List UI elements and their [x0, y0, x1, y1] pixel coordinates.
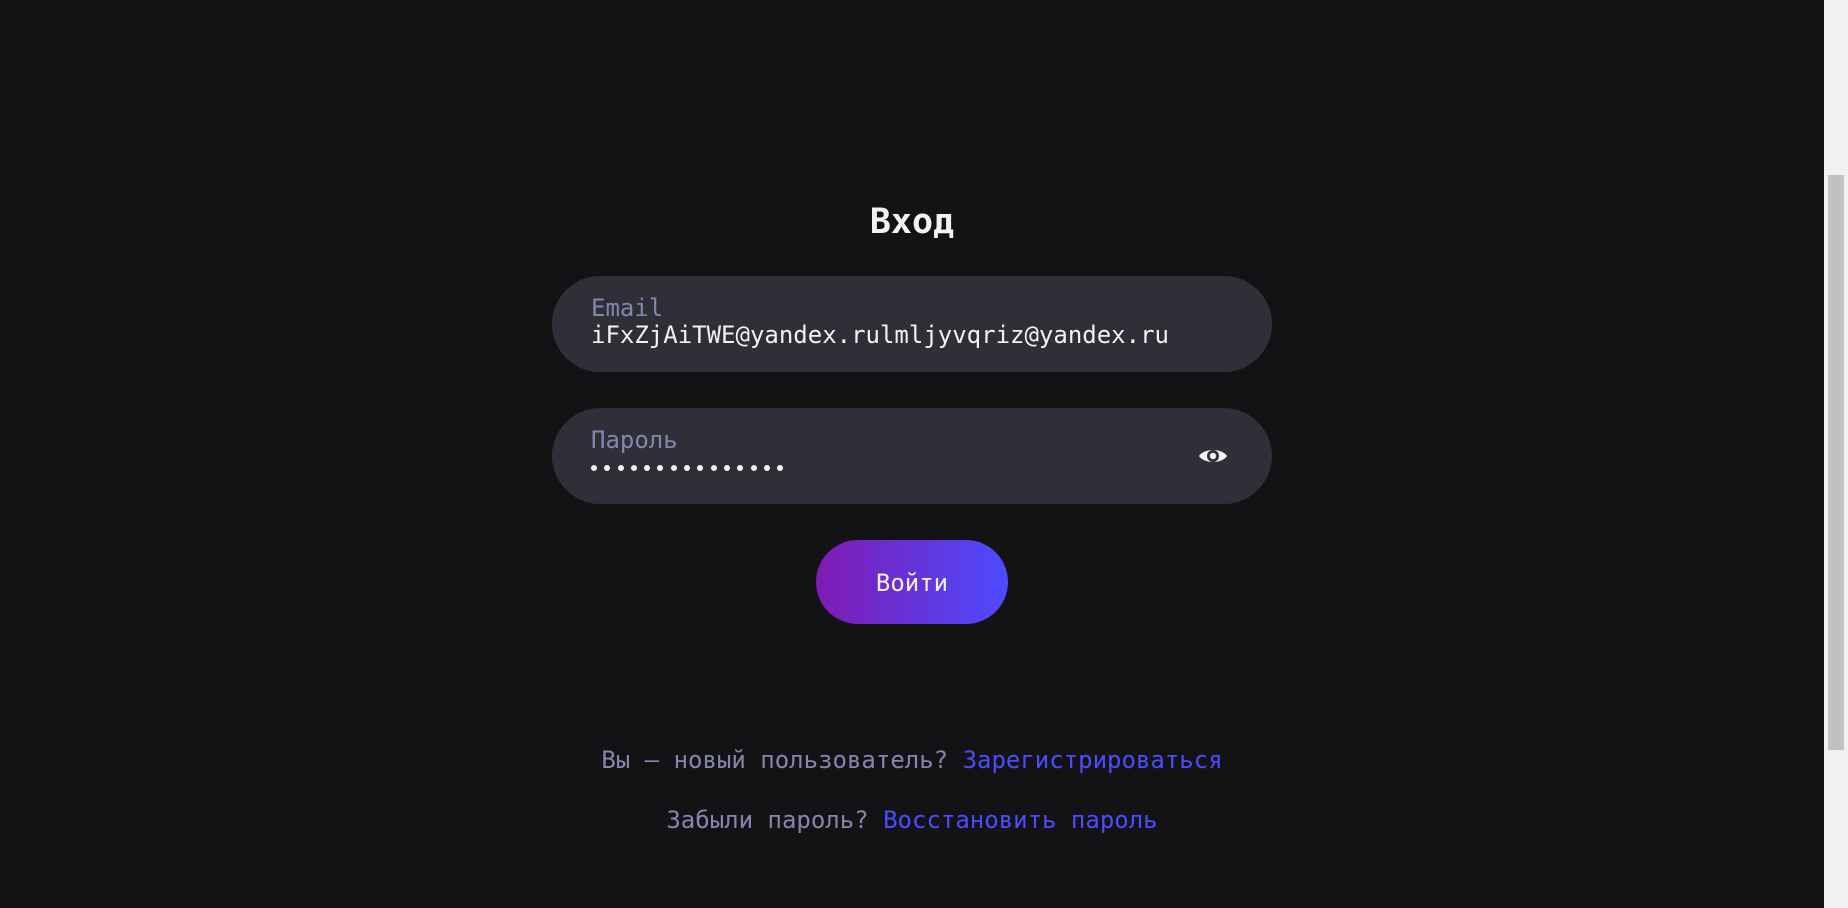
register-prompt-text: Вы — новый пользователь? [601, 746, 949, 774]
register-link[interactable]: Зарегистрироваться [963, 746, 1223, 774]
password-mask-dot [697, 465, 704, 471]
login-form-container: Вход Email Пароль Войти Вы — новый польз… [0, 0, 1824, 908]
scrollbar-thumb[interactable] [1828, 175, 1844, 750]
email-field[interactable]: Email [552, 276, 1272, 372]
password-mask-dot [750, 465, 757, 471]
password-mask-dot [617, 465, 624, 471]
restore-prompt-line: Забыли пароль? Восстановить пароль [0, 804, 1824, 836]
register-prompt-line: Вы — новый пользователь? Зарегистрироват… [0, 744, 1824, 776]
password-label: Пароль [591, 426, 678, 454]
restore-prompt-text: Забыли пароль? [666, 806, 869, 834]
page: Вход Email Пароль Войти Вы — новый польз… [0, 0, 1848, 908]
restore-password-link[interactable]: Восстановить пароль [883, 806, 1158, 834]
password-mask-dot [657, 465, 664, 471]
email-label: Email [591, 294, 664, 322]
page-title: Вход [869, 202, 955, 242]
password-mask-dot [710, 465, 717, 471]
eye-icon[interactable] [1197, 440, 1229, 472]
password-mask-dot [591, 465, 597, 471]
password-mask-dot [644, 465, 651, 471]
password-mask-dot [737, 465, 744, 471]
password-mask-dot [604, 465, 611, 471]
password-mask-dot [723, 465, 730, 471]
password-mask-dot [630, 465, 637, 471]
password-mask-dot [763, 465, 770, 471]
email-input[interactable] [591, 320, 1191, 350]
password-mask-dot [670, 465, 677, 471]
password-mask-dot [684, 465, 691, 471]
vertical-scrollbar[interactable] [1824, 0, 1848, 908]
password-mask-dot [777, 465, 784, 471]
password-input[interactable] [591, 453, 790, 483]
password-field[interactable]: Пароль [552, 408, 1272, 504]
login-button[interactable]: Войти [816, 540, 1008, 624]
